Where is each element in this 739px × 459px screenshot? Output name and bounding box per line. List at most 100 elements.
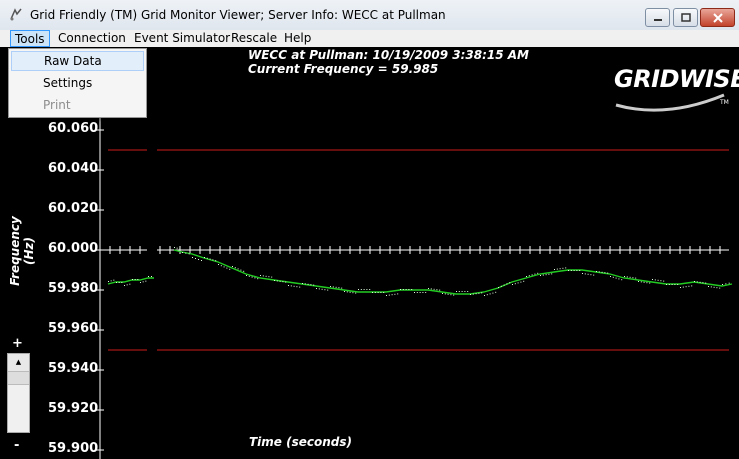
raw-sample-point [489,293,491,295]
raw-sample-point [388,294,390,296]
raw-sample-point [579,270,581,271]
menu-help[interactable]: Help [280,30,315,47]
raw-sample-point [145,280,147,282]
menu-item-print: Print [43,98,71,112]
raw-sample-point [691,285,693,287]
raw-sample-point [408,289,410,290]
raw-sample-point [545,274,547,276]
close-icon [712,12,723,23]
raw-sample-point [604,272,606,274]
raw-sample-point [598,271,600,273]
raw-sample-point [276,280,278,282]
raw-sample-point [601,271,603,273]
raw-sample-point [341,287,343,289]
raw-sample-point [439,289,441,291]
raw-sample-point [517,282,519,284]
minimize-button[interactable] [645,8,670,27]
raw-sample-point [570,270,572,271]
raw-sample-point [428,288,429,289]
raw-sample-point [274,280,275,281]
raw-sample-point [593,274,595,276]
raw-sample-point [716,287,718,289]
raw-sample-point [108,281,109,282]
raw-sample-point [537,272,539,274]
raw-sample-point [206,257,208,259]
raw-sample-point [657,279,659,281]
raw-sample-point [307,283,309,285]
raw-sample-point [321,288,323,290]
raw-sample-point [411,289,413,290]
raw-sample-point [612,276,614,278]
raw-sample-point [666,284,667,285]
raw-sample-point [220,265,222,267]
raw-sample-point [148,276,149,277]
raw-sample-point [526,276,527,277]
raw-sample-point [182,252,183,253]
raw-sample-point [576,270,578,271]
raw-sample-point [621,279,623,281]
raw-sample-point [293,285,295,287]
raw-sample-point [290,285,292,287]
frequency-trace [107,277,154,285]
raw-sample-point [316,288,317,289]
menu-tools[interactable]: Tools [10,30,50,47]
y-axis-label: Frequency (Hz) [8,216,36,286]
raw-sample-point [528,275,530,277]
menu-item-raw-data[interactable]: Raw Data [11,51,144,71]
raw-sample-point [349,291,351,293]
tools-dropdown: Raw Data Settings Print [8,48,147,118]
raw-sample-point [587,273,589,275]
raw-sample-point [534,273,536,275]
menu-connection[interactable]: Connection [54,30,130,47]
server-timestamp: WECC at Pullman: 10/19/2009 3:38:15 AM [248,48,529,62]
logo-text: GRIDWISE [614,65,739,93]
raw-sample-point [475,293,477,295]
zoom-slider-thumb[interactable] [8,372,29,385]
raw-sample-point [562,267,564,269]
raw-sample-point [682,286,684,288]
window-title: Grid Friendly (TM) Grid Monitor Viewer; … [30,8,446,22]
raw-sample-point [652,279,653,280]
close-button[interactable] [700,8,735,27]
raw-sample-point [137,279,139,280]
raw-sample-point [725,283,727,285]
raw-sample-point [248,275,250,277]
raw-sample-point [660,280,662,282]
raw-sample-point [279,280,281,282]
title-bar[interactable]: Grid Friendly (TM) Grid Monitor Viewer; … [0,0,739,31]
raw-sample-point [548,273,550,275]
raw-sample-point [204,257,205,258]
zoom-up-arrow[interactable]: ▲ [8,354,29,372]
raw-sample-point [506,283,508,285]
menu-event-simulator[interactable]: Event Simulator [130,30,234,47]
plot-header: WECC at Pullman: 10/19/2009 3:38:15 AM C… [248,48,529,76]
raw-sample-point [218,264,219,265]
raw-sample-point [226,267,228,269]
raw-sample-point [262,275,264,277]
raw-sample-point [176,247,178,249]
raw-sample-point [394,293,396,295]
raw-sample-point [327,289,329,291]
raw-sample-point [132,279,133,280]
raw-sample-point [503,284,505,286]
raw-sample-point [195,258,196,259]
raw-sample-point [422,292,424,293]
raw-sample-point [590,274,592,276]
frequency-trace [173,249,733,295]
raw-sample-point [121,282,123,283]
raw-sample-point [694,281,695,282]
maximize-button[interactable] [673,8,698,27]
raw-sample-point [372,292,373,293]
raw-sample-point [551,273,553,275]
raw-sample-point [377,292,379,293]
menu-bar: Tools Connection Event Simulator Rescale… [0,30,739,47]
y-tick-label: 59.980 [48,281,99,296]
raw-sample-point [344,291,345,292]
raw-sample-point [708,286,709,287]
raw-sample-point [374,292,376,293]
menu-rescale[interactable]: Rescale [227,30,281,47]
menu-item-settings[interactable]: Settings [11,73,144,93]
zoom-slider[interactable]: ▲ [7,353,30,433]
raw-sample-point [397,293,399,295]
y-tick-label: 60.060 [48,121,99,136]
